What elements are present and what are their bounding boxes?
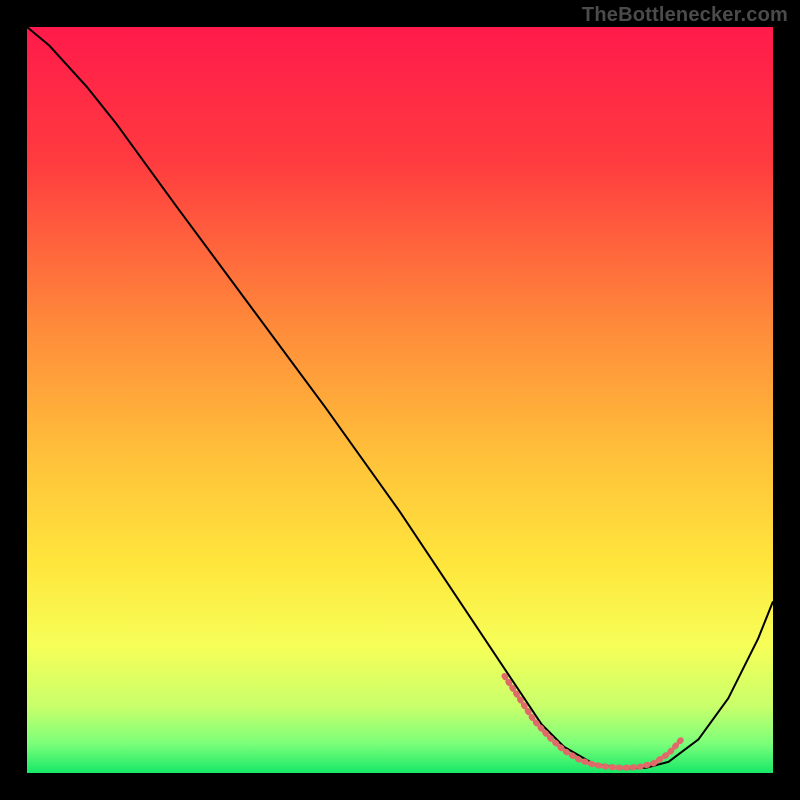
plot-area: [27, 27, 773, 773]
attribution-label: TheBottlenecker.com: [582, 4, 788, 27]
chart-container: TheBottlenecker.com: [0, 0, 800, 800]
chart-svg: [27, 27, 773, 773]
gradient-background: [27, 27, 773, 773]
